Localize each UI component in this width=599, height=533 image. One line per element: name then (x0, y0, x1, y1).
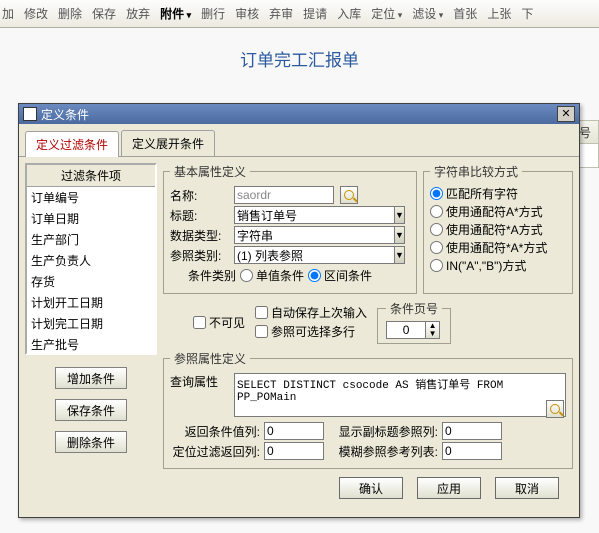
tb-attach[interactable]: 附件 (160, 5, 191, 22)
ok-button[interactable]: 确认 (339, 477, 403, 499)
subtitle-label: 显示副标题参照列: (328, 423, 438, 440)
save-condition-button[interactable]: 保存条件 (55, 399, 127, 421)
name-lookup-button[interactable] (340, 186, 358, 204)
tb-submit[interactable]: 提请 (303, 5, 327, 22)
compare-legend: 字符串比较方式 (430, 163, 522, 180)
chevron-down-icon[interactable]: ▼ (395, 226, 405, 244)
dialog-titlebar: 定义条件 ✕ (19, 104, 579, 124)
query-lookup-button[interactable] (546, 400, 564, 418)
tb-save[interactable]: 保存 (92, 5, 116, 22)
list-item[interactable]: 生产批号 (27, 334, 155, 355)
basic-legend: 基本属性定义 (170, 163, 250, 180)
define-conditions-dialog: 定义条件 ✕ 定义过滤条件 定义展开条件 过滤条件项 订单编号 订单日期 生产部… (18, 103, 580, 518)
query-textarea[interactable] (234, 373, 566, 417)
type-select[interactable] (234, 226, 395, 244)
list-item[interactable]: 计划完工日期 (27, 313, 155, 334)
tb-audit[interactable]: 审核 (235, 5, 259, 22)
cancel-button[interactable]: 取消 (495, 477, 559, 499)
name-label: 名称: (170, 187, 230, 204)
loc-label: 定位过滤返回列: (170, 443, 260, 460)
tab-filter-conditions[interactable]: 定义过滤条件 (25, 131, 119, 157)
condition-listbox[interactable]: 过滤条件项 订单编号 订单日期 生产部门 生产负责人 存货 计划开工日期 计划完… (25, 163, 157, 355)
tb-locate[interactable]: 定位 (371, 5, 402, 22)
apply-button[interactable]: 应用 (417, 477, 481, 499)
page-number-group: 条件页号 ▲▼ (377, 300, 451, 344)
range-value-radio[interactable]: 区间条件 (308, 267, 372, 284)
basic-attributes-group: 基本属性定义 名称: 标题: ▼ 数据类型: ▼ (163, 163, 417, 294)
in-list-radio[interactable]: IN("A","B")方式 (430, 257, 566, 274)
tab-expand-conditions[interactable]: 定义展开条件 (121, 130, 215, 156)
match-all-radio[interactable]: 匹配所有字符 (430, 185, 566, 202)
tb-delete[interactable]: 删除 (58, 5, 82, 22)
title-input[interactable] (234, 206, 395, 224)
retcol-input[interactable] (264, 422, 324, 440)
list-item[interactable]: 生产部门 (27, 229, 155, 250)
spinner-down-icon[interactable]: ▼ (426, 330, 439, 338)
single-value-radio[interactable]: 单值条件 (240, 267, 304, 284)
app-icon (23, 107, 37, 121)
list-item[interactable]: 生产负责人 (27, 250, 155, 271)
list-item[interactable]: 订单编号 (27, 187, 155, 208)
tb-delrow[interactable]: 删行 (201, 5, 225, 22)
ref-select[interactable] (234, 246, 395, 264)
fuzzy-label: 模糊参照参考列表: (328, 443, 438, 460)
multiselect-checkbox[interactable]: 参照可选择多行 (255, 323, 367, 340)
tb-unaudit[interactable]: 弃审 (269, 5, 293, 22)
add-condition-button[interactable]: 增加条件 (55, 367, 127, 389)
subtitle-input[interactable] (442, 422, 502, 440)
list-header: 过滤条件项 (27, 165, 155, 187)
title-label: 标题: (170, 207, 230, 224)
fuzzy-input[interactable] (442, 442, 502, 460)
tb-stock[interactable]: 入库 (337, 5, 361, 22)
retcol-label: 返回条件值列: (170, 423, 260, 440)
list-item[interactable]: 订单日期 (27, 208, 155, 229)
search-icon (550, 404, 560, 414)
wildcard-a-star-radio[interactable]: 使用通配符A*方式 (430, 203, 566, 220)
string-compare-group: 字符串比较方式 匹配所有字符 使用通配符A*方式 使用通配符*A方式 使用通配符… (423, 163, 573, 294)
loc-input[interactable] (264, 442, 324, 460)
page-title: 订单完工汇报单 (0, 28, 599, 81)
query-label: 查询属性 (170, 373, 230, 390)
tabstrip: 定义过滤条件 定义展开条件 (19, 124, 579, 157)
ref-label: 参照类别: (170, 247, 230, 264)
tb-prev[interactable]: 上张 (487, 5, 511, 22)
invisible-checkbox[interactable]: 不可见 (193, 314, 245, 331)
chevron-down-icon[interactable]: ▼ (395, 246, 405, 264)
delete-condition-button[interactable]: 删除条件 (55, 431, 127, 453)
type-label: 数据类型: (170, 227, 230, 244)
dialog-title: 定义条件 (41, 106, 89, 123)
tb-edit[interactable]: 修改 (24, 5, 48, 22)
tb-next[interactable]: 下 (521, 5, 533, 22)
name-input[interactable] (234, 186, 334, 204)
autosave-checkbox[interactable]: 自动保存上次输入 (255, 304, 367, 321)
page-number-input[interactable] (386, 321, 426, 339)
page-number-label: 条件页号 (386, 300, 442, 317)
list-item[interactable]: 存货 (27, 271, 155, 292)
ref-attr-legend: 参照属性定义 (170, 350, 250, 367)
ref-attr-group: 参照属性定义 查询属性 返回条件值列: 显示副标题参照列: 定位过滤返回列: (163, 350, 573, 469)
tb-first[interactable]: 首张 (453, 5, 477, 22)
chevron-down-icon[interactable]: ▼ (395, 206, 405, 224)
list-item[interactable]: 计划开工日期 (27, 292, 155, 313)
close-icon[interactable]: ✕ (557, 106, 575, 122)
wildcard-star-a-radio[interactable]: 使用通配符*A方式 (430, 221, 566, 238)
tb-add[interactable]: 加 (2, 5, 14, 22)
tb-filter[interactable]: 滤设 (412, 5, 443, 22)
search-icon (344, 190, 354, 200)
wildcard-star-a-star-radio[interactable]: 使用通配符*A*方式 (430, 239, 566, 256)
cond-type-label: 条件类别 (188, 267, 236, 284)
main-toolbar: 加 修改 删除 保存 放弃 附件 删行 审核 弃审 提请 入库 定位 滤设 首张… (0, 0, 599, 28)
tb-discard[interactable]: 放弃 (126, 5, 150, 22)
